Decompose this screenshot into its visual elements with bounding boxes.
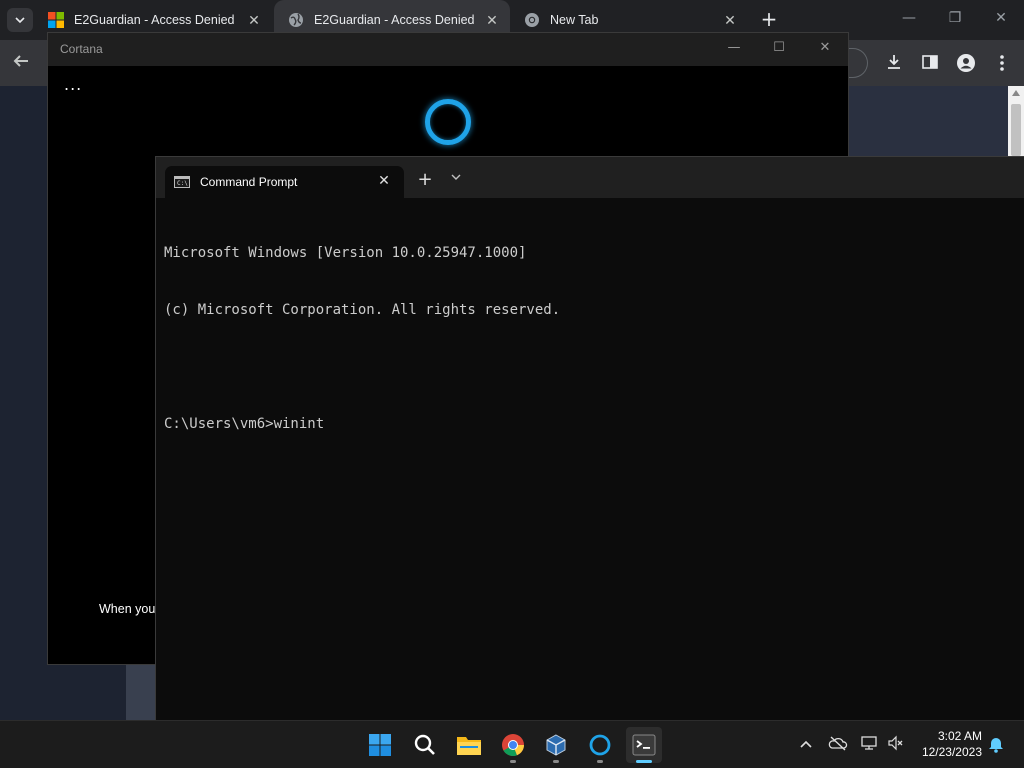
- terminal-prompt-line: C:\Users\vm6>winint: [164, 416, 325, 432]
- active-app-indicator: [636, 760, 652, 763]
- page-banner: [848, 86, 1008, 156]
- cortana-ring-icon: [425, 99, 471, 145]
- start-button[interactable]: [362, 727, 398, 763]
- back-arrow-icon[interactable]: [12, 52, 32, 72]
- close-icon[interactable]: ✕: [815, 40, 835, 55]
- terminal-line: Microsoft Windows [Version 10.0.25947.10…: [164, 245, 527, 261]
- command-prompt-icon-text: C:\: [177, 180, 188, 187]
- chevron-down-icon: [15, 17, 25, 24]
- clock-date: 12/23/2023: [921, 745, 982, 759]
- chevron-down-icon[interactable]: [448, 173, 464, 184]
- cortana-hint-text: When you': [99, 602, 156, 616]
- close-icon[interactable]: ✕: [484, 12, 500, 28]
- browser-tab-title: New Tab: [550, 13, 599, 27]
- start-icon: [369, 734, 391, 756]
- scroll-up-icon[interactable]: [1012, 90, 1020, 96]
- command-prompt-icon: C:\: [174, 176, 190, 188]
- cortana-icon: [589, 734, 611, 756]
- taskbar-virtualbox[interactable]: [538, 727, 574, 763]
- clock-time: 3:02 AM: [937, 729, 982, 743]
- tab-search-button[interactable]: [7, 8, 33, 32]
- restore-icon[interactable]: ❐: [945, 10, 965, 26]
- volume-muted-icon[interactable]: [886, 735, 906, 755]
- close-icon[interactable]: ✕: [376, 173, 392, 189]
- profile-avatar-icon[interactable]: [956, 53, 976, 73]
- maximize-icon[interactable]: ☐: [769, 40, 789, 55]
- close-icon[interactable]: ✕: [246, 12, 262, 28]
- terminal-window: C:\ Command Prompt ✕ + Microsoft Windows…: [155, 156, 1024, 720]
- globe-icon: [289, 13, 303, 27]
- terminal-line: (c) Microsoft Corporation. All rights re…: [164, 302, 561, 318]
- new-tab-button[interactable]: +: [758, 9, 780, 31]
- chevron-up-icon[interactable]: [796, 735, 816, 755]
- taskbar-file-explorer[interactable]: [451, 727, 487, 763]
- taskbar-search-button[interactable]: [407, 727, 443, 763]
- virtualbox-icon: [546, 734, 566, 756]
- more-options-icon[interactable]: ...: [64, 75, 82, 94]
- scrollbar-thumb[interactable]: [1011, 104, 1021, 156]
- download-icon[interactable]: [885, 53, 905, 73]
- running-indicator: [597, 760, 603, 763]
- back-arrow-svg: [13, 55, 28, 67]
- browser-tab-title: E2Guardian - Access Denied: [314, 13, 475, 27]
- terminal-tab-title: Command Prompt: [200, 175, 298, 189]
- cortana-title-bar[interactable]: Cortana — ☐ ✕: [48, 33, 848, 66]
- close-icon[interactable]: ✕: [722, 12, 738, 28]
- chrome-icon: [502, 734, 524, 756]
- network-icon[interactable]: [859, 735, 879, 755]
- terminal-icon: [632, 734, 656, 756]
- side-panel-icon[interactable]: [921, 53, 941, 73]
- taskbar-cortana[interactable]: [582, 727, 618, 763]
- running-indicator: [510, 760, 516, 763]
- cortana-window-title: Cortana: [60, 42, 103, 56]
- search-icon: [414, 734, 435, 755]
- terminal-output[interactable]: Microsoft Windows [Version 10.0.25947.10…: [164, 206, 560, 472]
- file-explorer-icon: [457, 737, 481, 755]
- taskbar-clock[interactable]: 3:02 AM 12/23/2023: [912, 728, 982, 760]
- minimize-icon[interactable]: —: [724, 40, 744, 55]
- new-terminal-tab-button[interactable]: +: [416, 171, 434, 189]
- page-panel: [126, 665, 156, 720]
- taskbar-chrome[interactable]: [495, 727, 531, 763]
- terminal-tab-command-prompt[interactable]: C:\ Command Prompt ✕: [165, 166, 404, 198]
- taskbar-terminal[interactable]: [626, 727, 662, 763]
- browser-tab-title: E2Guardian - Access Denied: [74, 13, 235, 27]
- running-indicator: [553, 760, 559, 763]
- minimize-icon[interactable]: —: [899, 10, 919, 26]
- chrome-icon: [525, 13, 539, 27]
- notification-bell-icon[interactable]: [986, 735, 1006, 755]
- close-icon[interactable]: ✕: [991, 10, 1011, 26]
- onedrive-offline-icon[interactable]: [828, 735, 848, 755]
- microsoft-logo-icon: [48, 12, 64, 28]
- kebab-menu-icon[interactable]: [992, 53, 1012, 73]
